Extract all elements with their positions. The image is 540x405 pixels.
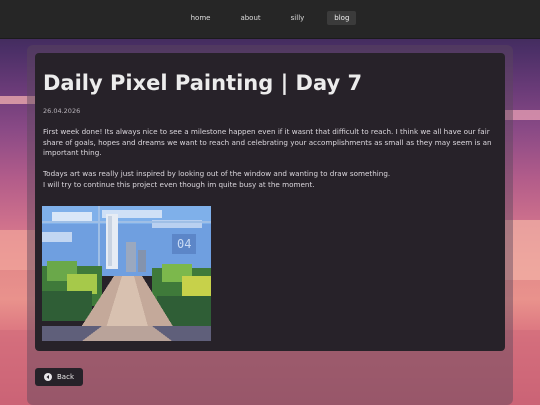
- nav-item-about[interactable]: about: [233, 11, 267, 25]
- post-paragraph-line: Todays art was really just inspired by l…: [43, 169, 391, 178]
- back-button[interactable]: Back: [35, 368, 83, 386]
- nav-item-home[interactable]: home: [184, 11, 218, 25]
- back-button-label: Back: [57, 373, 74, 381]
- nav-item-silly[interactable]: silly: [284, 11, 312, 25]
- blog-post-card: Daily Pixel Painting | Day 7 26.04.2026 …: [35, 53, 505, 351]
- nav-menu: home about silly blog: [0, 11, 540, 25]
- artwork-number-text: 04: [177, 237, 191, 251]
- post-body: First week done! Its always nice to see …: [43, 127, 495, 190]
- top-navigation-bar: home about silly blog: [0, 0, 540, 39]
- pixel-art-image: 04: [42, 206, 211, 341]
- post-date: 26.04.2026: [43, 107, 81, 115]
- post-title: Daily Pixel Painting | Day 7: [43, 71, 363, 95]
- post-paragraph-line: I will try to continue this project even…: [43, 179, 315, 189]
- post-paragraph: First week done! Its always nice to see …: [43, 127, 492, 157]
- arrow-left-circle-icon: [44, 373, 52, 381]
- nav-item-blog[interactable]: blog: [327, 11, 357, 25]
